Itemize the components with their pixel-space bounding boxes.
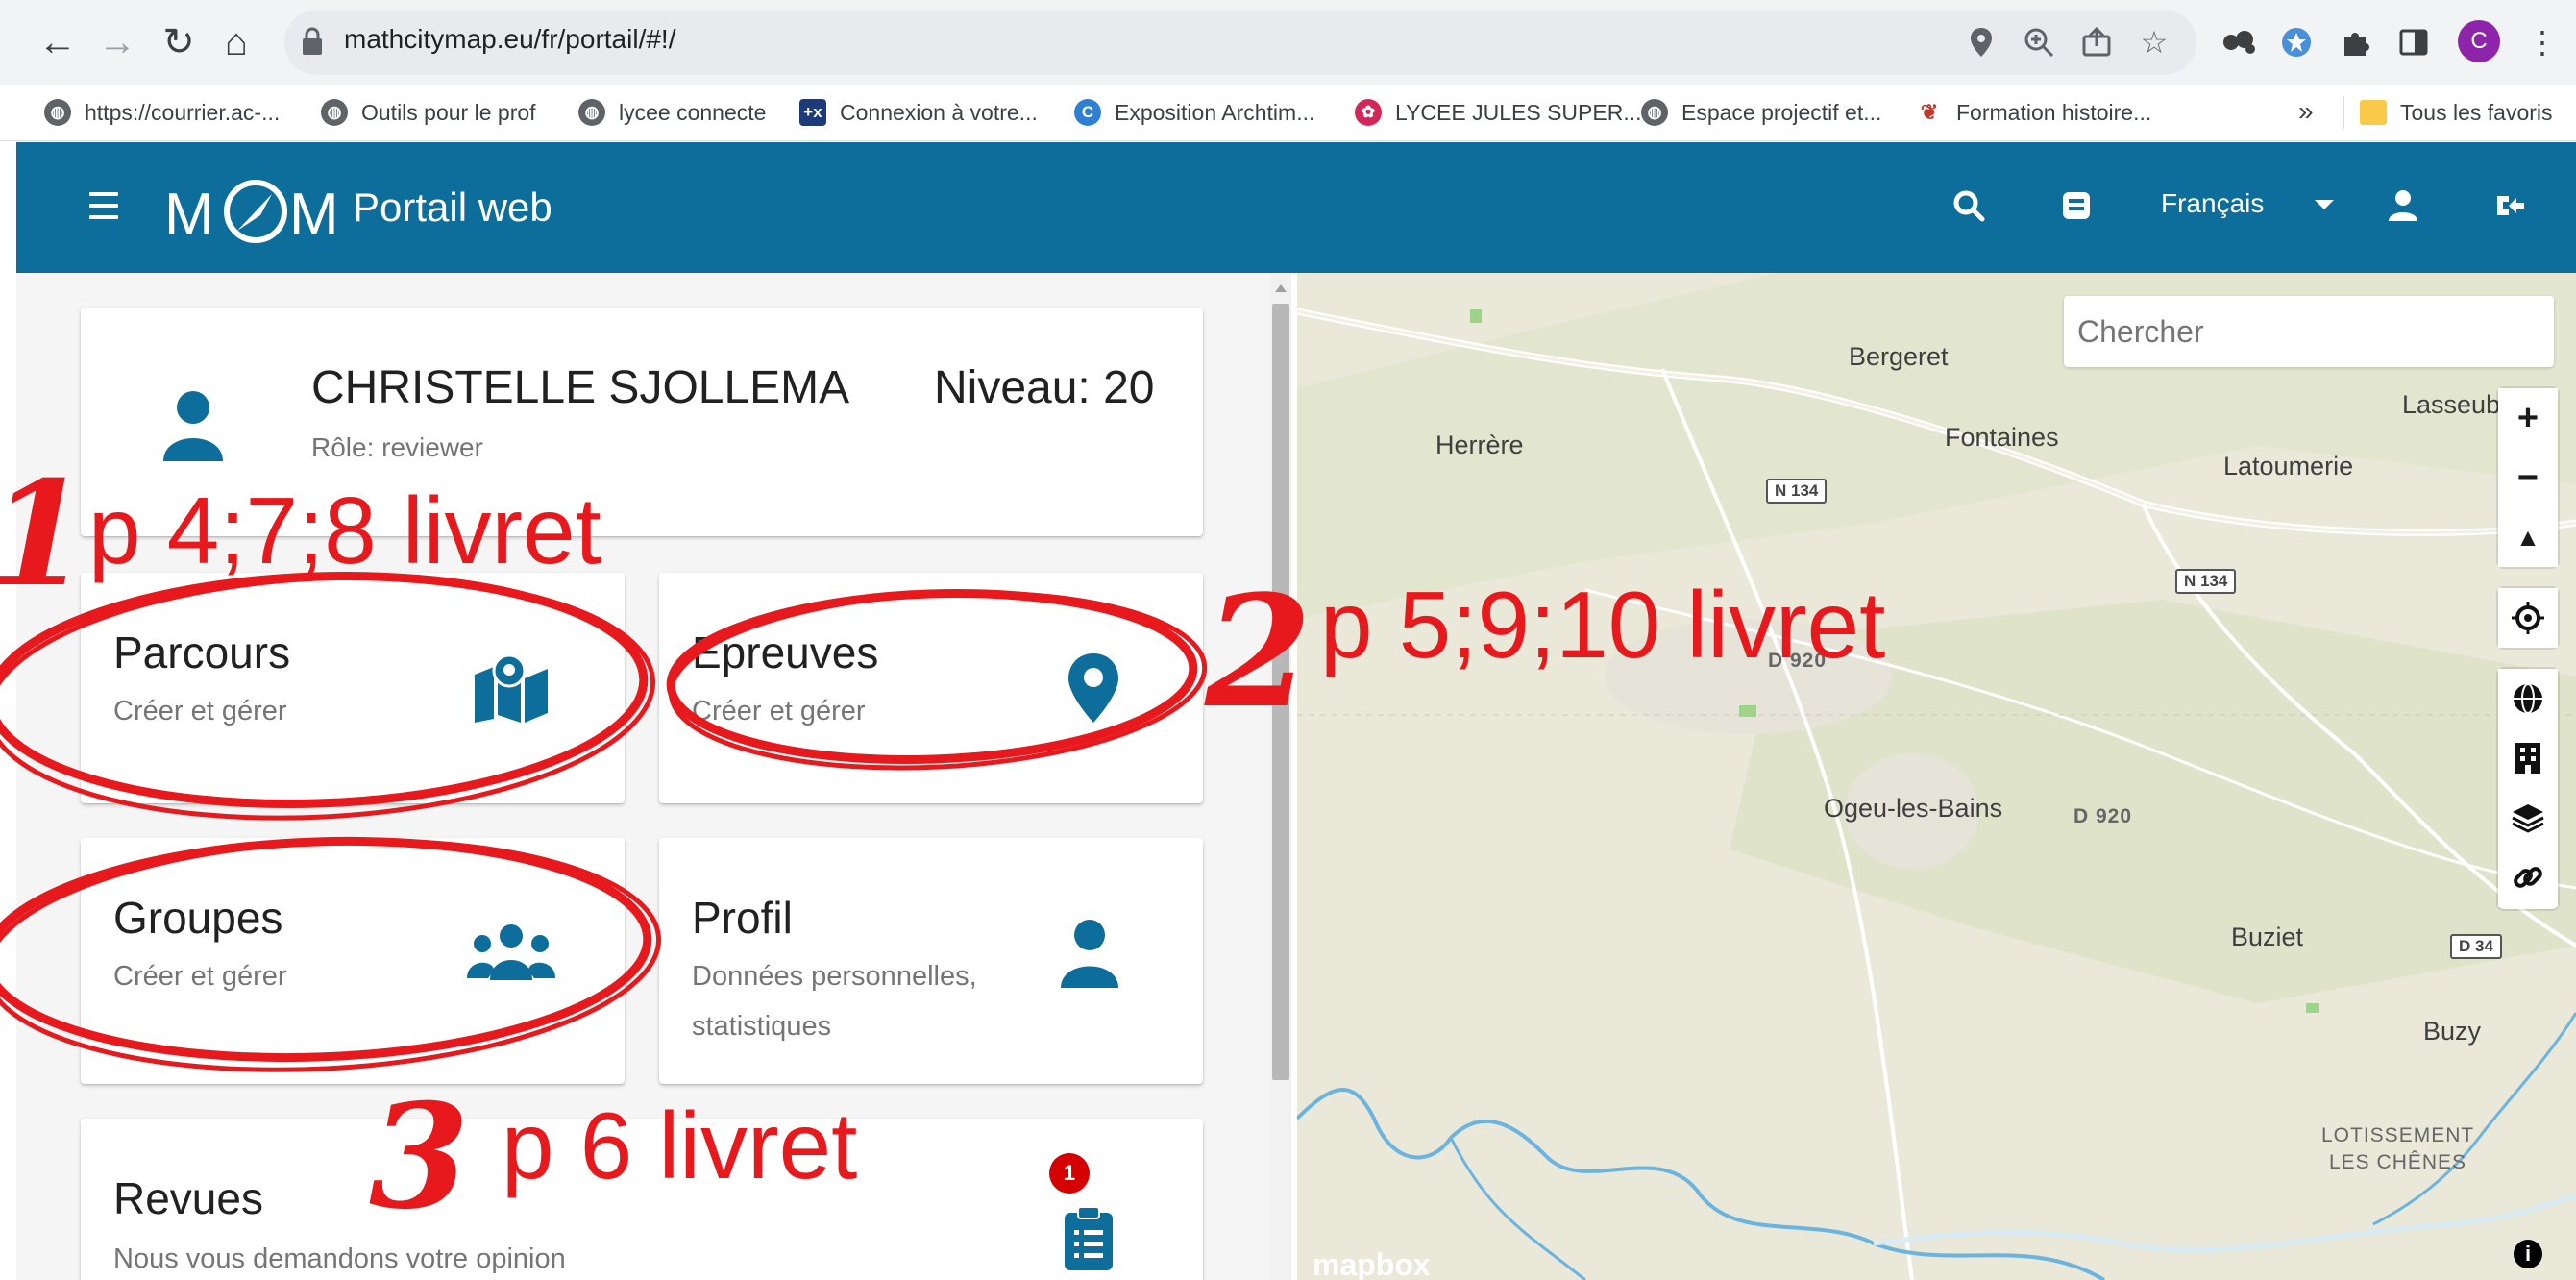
browser-window: ← → ↻ ⌂ mathcitymap.eu/fr/portail/#!/ ☆ [0,0,2576,1280]
annotation-number-1: 1 [0,450,88,619]
annotation-text-2: p 5;9;10 livret [1320,572,1886,677]
annotation-number-3: 3 [369,1072,470,1242]
annotation-text-1: p 4;7;8 livret [88,478,601,583]
annotation-text-3: p 6 livret [502,1093,858,1198]
annotation-number-2: 2 [1205,561,1313,742]
